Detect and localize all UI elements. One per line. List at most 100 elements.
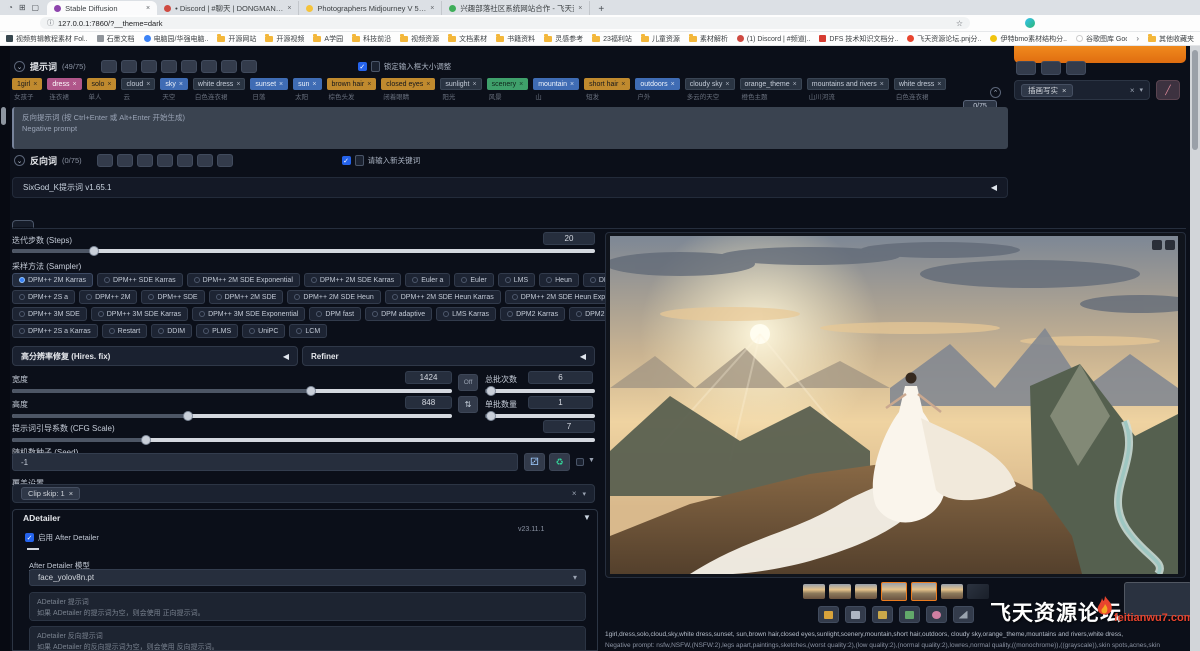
- browser-tab[interactable]: 兴趣部落社区系统网站合作 - 飞天资…×: [442, 1, 590, 15]
- refiner-accordion[interactable]: Refiner◀: [302, 346, 595, 366]
- main-tab[interactable]: [12, 220, 34, 228]
- remove-tag-icon[interactable]: ×: [312, 81, 316, 88]
- remove-tag-icon[interactable]: ×: [69, 489, 73, 498]
- tab-search-icon[interactable]: ◔: [8, 3, 13, 12]
- negative-tool-button[interactable]: [217, 154, 233, 167]
- hires-off-button[interactable]: Off: [458, 374, 478, 391]
- sampler-option[interactable]: PLMS: [196, 324, 238, 338]
- sampler-option[interactable]: DPM++ 2M SDE Karras: [304, 273, 401, 287]
- prompt-tag[interactable]: sky× 天空: [160, 78, 188, 106]
- prompt-tool-button[interactable]: [121, 60, 137, 73]
- bookmark-item[interactable]: 灵感参考: [544, 34, 583, 44]
- collapse-negative-icon[interactable]: ⌄: [14, 155, 25, 166]
- url-text[interactable]: 127.0.0.1:7860/?__theme=dark: [58, 19, 162, 28]
- prompt-tag[interactable]: orange_theme× 橙色主题: [740, 78, 802, 106]
- seed-extra-checkbox[interactable]: [576, 458, 584, 466]
- height-slider[interactable]: [12, 414, 452, 418]
- browser-tab[interactable]: Photographers Midjourney V 5…×: [299, 1, 442, 15]
- sampler-option[interactable]: UniPC: [242, 324, 285, 338]
- adetailer-title[interactable]: ADetailer: [23, 513, 60, 523]
- bookmark-item[interactable]: 开源视频: [265, 34, 304, 44]
- sampler-option[interactable]: DPM++ 2M Karras: [12, 273, 93, 287]
- adetailer-negative-input[interactable]: [29, 626, 586, 651]
- tab-close-icon[interactable]: ×: [287, 5, 291, 12]
- sampler-option[interactable]: LCM: [289, 324, 327, 338]
- batch-count-value[interactable]: 6: [528, 371, 593, 384]
- remove-tag-icon[interactable]: ×: [107, 81, 111, 88]
- other-bookmarks-folder[interactable]: 其他收藏夹: [1148, 34, 1194, 44]
- profile-avatar[interactable]: [1025, 18, 1035, 28]
- adetailer-arrow-icon[interactable]: ▼: [583, 513, 591, 522]
- prompt-tag[interactable]: sunlight× 阳光: [440, 78, 481, 106]
- styles-dropdown[interactable]: 插画写实× × ▾: [1014, 80, 1150, 100]
- main-tab[interactable]: [70, 222, 78, 228]
- prompt-tag[interactable]: white dress× 白色连衣裙: [193, 78, 246, 106]
- sampler-option[interactable]: DPM++ 2M SDE Heun Karras: [385, 290, 501, 304]
- browser-tab[interactable]: Stable Diffusion×: [47, 1, 157, 15]
- prompt-tag[interactable]: sunset× 日落: [250, 78, 288, 106]
- sampler-option[interactable]: DPM++ 2M SDE Heun: [287, 290, 380, 304]
- sampler-option[interactable]: DPM++ 2S a: [12, 290, 75, 304]
- adetailer-enable-checkbox[interactable]: ✓: [25, 533, 34, 542]
- bookmark-item[interactable]: 视频资源: [400, 34, 439, 44]
- sampler-option[interactable]: Restart: [102, 324, 148, 338]
- negative-tool-button[interactable]: [197, 154, 213, 167]
- tab-close-icon[interactable]: ×: [430, 5, 434, 12]
- gallery-thumbnail[interactable]: [803, 584, 825, 599]
- style-tag[interactable]: 插画写实×: [1021, 84, 1073, 97]
- sampler-option[interactable]: DPM++ 3M SDE Karras: [91, 307, 188, 321]
- batch-size-value[interactable]: 1: [528, 396, 593, 409]
- override-tag[interactable]: Clip skip: 1×: [21, 487, 80, 500]
- tab-close-icon[interactable]: ×: [146, 5, 150, 12]
- favorite-star-icon[interactable]: ☆: [956, 19, 963, 28]
- bookmarks-overflow-chevron[interactable]: ›: [1136, 34, 1139, 43]
- remove-tag-icon[interactable]: ×: [146, 81, 150, 88]
- slider-handle[interactable]: [89, 246, 99, 256]
- generated-image[interactable]: [610, 236, 1178, 574]
- sampler-option[interactable]: DPM2 Karras: [500, 307, 565, 321]
- gallery-action-button[interactable]: [953, 606, 974, 623]
- gallery-thumbnail[interactable]: [855, 584, 877, 599]
- prompt-tool-button[interactable]: [101, 60, 117, 73]
- sampler-option[interactable]: DDIM: [151, 324, 192, 338]
- site-info-icon[interactable]: ⓘ: [47, 18, 54, 28]
- bookmark-item[interactable]: 电脑园/华强电脑..: [144, 34, 209, 44]
- prompt-tag[interactable]: cloud× 云: [121, 78, 155, 106]
- remove-tag-icon[interactable]: ×: [519, 81, 523, 88]
- random-seed-button[interactable]: ⚂: [524, 453, 545, 471]
- width-slider[interactable]: [12, 389, 452, 393]
- gallery-thumbnail[interactable]: [967, 584, 989, 599]
- sampler-option[interactable]: LMS Karras: [436, 307, 496, 321]
- prompt-tag[interactable]: white dress× 白色连衣裙: [894, 78, 947, 106]
- prompt-tool-button[interactable]: [181, 60, 197, 73]
- negative-mini-input[interactable]: [355, 155, 364, 166]
- prompt-tag[interactable]: cloudy sky× 多云的天空: [685, 78, 735, 106]
- steps-value[interactable]: 20: [543, 232, 595, 245]
- clear-all-icon[interactable]: ×: [572, 489, 577, 498]
- batch-size-slider[interactable]: [485, 414, 595, 418]
- remove-tag-icon[interactable]: ×: [33, 81, 37, 88]
- image-corner-button[interactable]: [1152, 240, 1162, 250]
- gallery-action-button[interactable]: [818, 606, 839, 623]
- reuse-seed-button[interactable]: ♻: [549, 453, 570, 471]
- prompt-tool-button[interactable]: [241, 60, 257, 73]
- cfg-slider[interactable]: [12, 438, 595, 442]
- gallery-thumbnail[interactable]: [911, 582, 937, 601]
- collapse-prompt-icon[interactable]: ⌄: [14, 61, 25, 72]
- hires-fix-accordion[interactable]: 高分辨率修复 (Hires. fix)◀: [12, 346, 298, 366]
- prompt-tool-button[interactable]: [201, 60, 217, 73]
- prompt-tag[interactable]: dress× 连衣裙: [47, 78, 81, 106]
- bookmark-item[interactable]: 科技前沿: [352, 34, 391, 44]
- remove-tag-icon[interactable]: ×: [236, 81, 240, 88]
- prompt-tool-button[interactable]: [161, 60, 177, 73]
- prompt-tag[interactable]: mountain× 山: [533, 78, 579, 106]
- bookmark-item[interactable]: A学园: [313, 34, 343, 44]
- prompt-translate-checkbox[interactable]: ✓: [358, 62, 367, 71]
- prompt-tag[interactable]: closed eyes× 闭着眼睛: [381, 78, 435, 106]
- workspaces-icon[interactable]: ⊞: [19, 3, 26, 12]
- remove-tag-icon[interactable]: ×: [570, 81, 574, 88]
- cfg-value[interactable]: 7: [543, 420, 595, 433]
- new-tab-button[interactable]: +: [590, 4, 612, 15]
- remove-tag-icon[interactable]: ×: [880, 81, 884, 88]
- height-value[interactable]: 848: [405, 396, 452, 409]
